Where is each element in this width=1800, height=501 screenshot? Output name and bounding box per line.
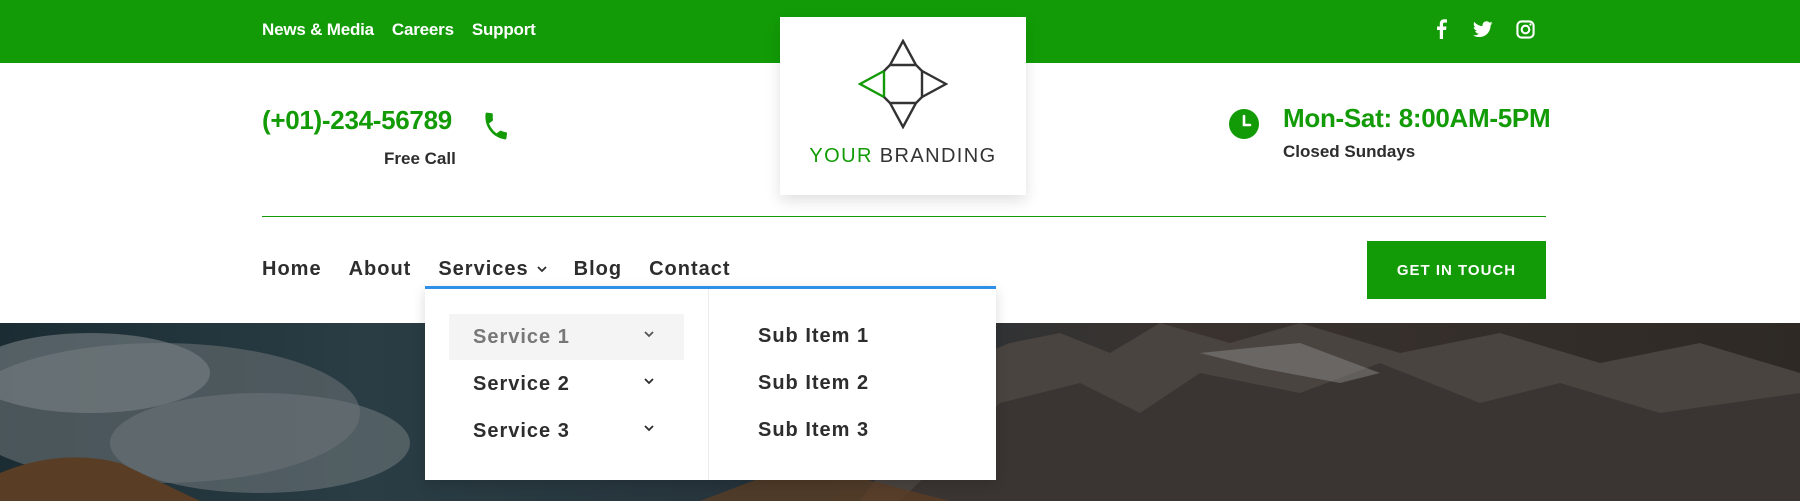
dropdown-sub-item-3[interactable]: Sub Item 3 xyxy=(758,419,869,442)
chevron-down-icon xyxy=(644,425,654,432)
services-list: Service 1 Service 2 Service 3 xyxy=(425,289,709,480)
diamond-arrows-logo xyxy=(858,39,948,129)
phone-block: (+01)-234-56789 Free Call xyxy=(262,105,456,168)
top-links: News & Media Careers Support xyxy=(262,0,536,60)
top-link-careers[interactable]: Careers xyxy=(392,20,454,40)
facebook-icon[interactable] xyxy=(1430,18,1452,40)
brand-logo[interactable]: YOUR BRANDING xyxy=(780,17,1026,195)
social-links xyxy=(1430,0,1536,58)
dropdown-service-1[interactable]: Service 1 xyxy=(449,314,684,360)
brand-name-rest: BRANDING xyxy=(879,145,997,167)
phone-caption: Free Call xyxy=(384,149,456,168)
get-in-touch-button[interactable]: GET IN TOUCH xyxy=(1367,241,1546,299)
main-nav: Home About Services Blog Contact xyxy=(262,258,758,281)
top-link-news-media[interactable]: News & Media xyxy=(262,20,374,40)
brand-name-highlight: YOUR xyxy=(809,145,873,167)
services-dropdown-menu: Service 1 Service 2 Service 3 Sub Item 1… xyxy=(425,286,996,480)
twitter-icon[interactable] xyxy=(1472,18,1494,40)
nav-services[interactable]: Services xyxy=(438,258,547,281)
hours-title: Mon-Sat: 8:00AM-5PM xyxy=(1283,103,1551,133)
dropdown-service-3[interactable]: Service 3 xyxy=(449,408,684,454)
nav-contact[interactable]: Contact xyxy=(649,258,730,281)
dropdown-sub-item-1[interactable]: Sub Item 1 xyxy=(758,325,869,348)
nav-about[interactable]: About xyxy=(349,258,412,281)
brand-name: YOUR BRANDING xyxy=(780,145,1026,168)
dropdown-service-2[interactable]: Service 2 xyxy=(449,361,684,407)
nav-blog[interactable]: Blog xyxy=(574,258,622,281)
dropdown-service-2-label: Service 2 xyxy=(473,372,570,395)
instagram-icon[interactable] xyxy=(1514,18,1536,40)
phone-number[interactable]: (+01)-234-56789 xyxy=(262,105,452,136)
hours-block: Mon-Sat: 8:00AM-5PM Closed Sundays xyxy=(1283,103,1551,162)
dropdown-service-1-label: Service 1 xyxy=(473,325,570,348)
hours-caption: Closed Sundays xyxy=(1283,142,1416,161)
phone-icon xyxy=(480,110,512,147)
top-link-support[interactable]: Support xyxy=(472,20,536,40)
header-divider xyxy=(262,216,1546,217)
chevron-down-icon xyxy=(644,378,654,385)
dropdown-sub-item-2[interactable]: Sub Item 2 xyxy=(758,372,869,395)
dropdown-service-3-label: Service 3 xyxy=(473,419,570,442)
clock-icon xyxy=(1228,108,1260,145)
chevron-down-icon xyxy=(644,331,654,338)
chevron-down-icon xyxy=(537,266,547,273)
nav-home[interactable]: Home xyxy=(262,258,322,281)
nav-services-label: Services xyxy=(438,258,529,280)
